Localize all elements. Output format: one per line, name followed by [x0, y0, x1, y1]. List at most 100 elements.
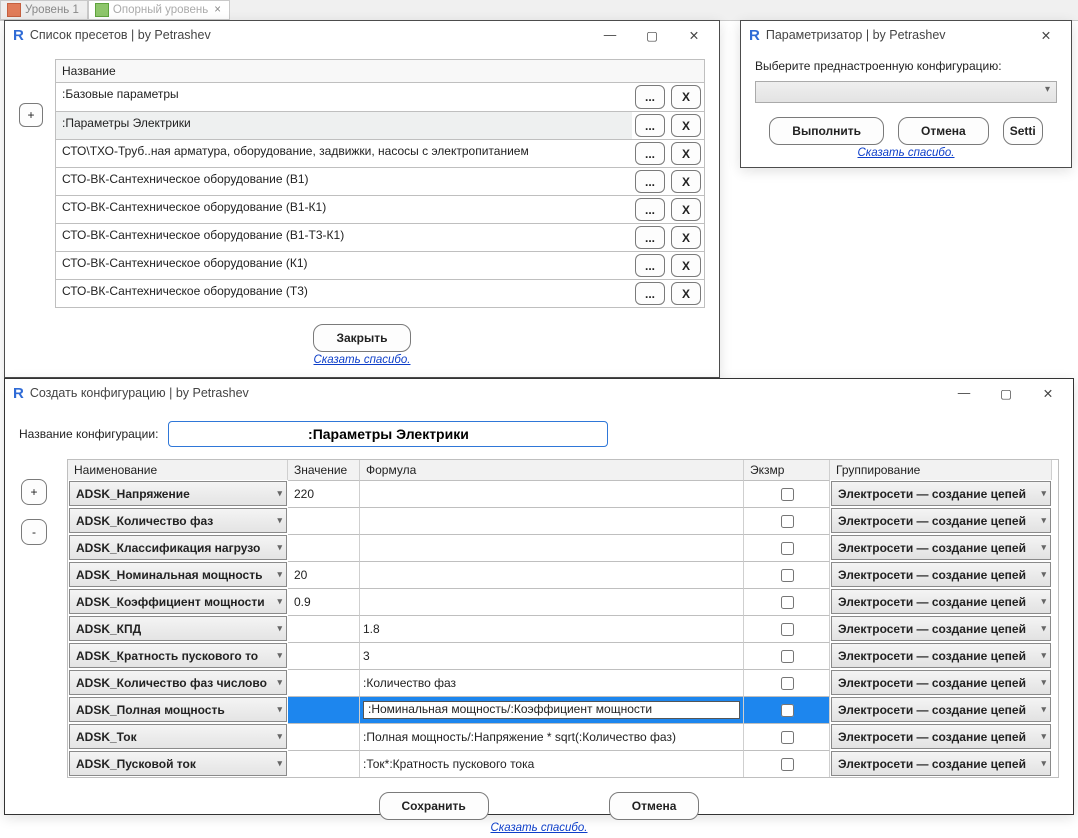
param-exemplar-checkbox[interactable] [744, 642, 830, 669]
param-exemplar-checkbox[interactable] [744, 750, 830, 777]
close-tab-icon[interactable]: × [214, 4, 221, 16]
param-formula-cell[interactable]: 3 [360, 642, 744, 669]
presets-titlebar[interactable]: R Список пресетов | by Petrashev — ▢ ✕ [5, 21, 719, 49]
delete-preset-button[interactable]: X [671, 85, 701, 109]
config-row[interactable]: ADSK_Классификация нагрузоЭлектросети — … [68, 534, 1058, 561]
edit-preset-button[interactable]: ... [635, 114, 665, 137]
param-exemplar-checkbox[interactable] [744, 480, 830, 507]
config-row[interactable]: ADSK_Количество фаз числово:Количество ф… [68, 669, 1058, 696]
delete-preset-button[interactable]: X [671, 226, 701, 249]
config-select[interactable] [755, 81, 1057, 103]
cancel-button[interactable]: Отмена [898, 117, 989, 145]
param-value-cell[interactable] [288, 507, 360, 534]
param-value-cell[interactable]: 0.9 [288, 588, 360, 615]
edit-preset-button[interactable]: ... [635, 254, 665, 277]
param-value-cell[interactable]: 20 [288, 561, 360, 588]
param-group-select[interactable]: Электросети — создание цепей [831, 670, 1051, 695]
param-group-select[interactable]: Электросети — создание цепей [831, 508, 1051, 533]
param-group-select[interactable]: Электросети — создание цепей [831, 724, 1051, 749]
edit-preset-button[interactable]: ... [635, 198, 665, 221]
param-name-select[interactable]: ADSK_КПД [69, 616, 287, 641]
close-button[interactable]: ✕ [673, 23, 715, 47]
param-exemplar-checkbox[interactable] [744, 588, 830, 615]
config-name-input[interactable] [168, 421, 608, 447]
config-row[interactable]: ADSK_Коэффициент мощности0.9Электросети … [68, 588, 1058, 615]
minimize-button[interactable]: — [589, 23, 631, 47]
edit-preset-button[interactable]: ... [635, 282, 665, 305]
col-formula[interactable]: Формула [360, 460, 744, 480]
param-exemplar-checkbox[interactable] [744, 696, 830, 723]
param-exemplar-checkbox[interactable] [744, 561, 830, 588]
param-formula-cell[interactable] [360, 588, 744, 615]
col-ex[interactable]: Экзмр [744, 460, 830, 480]
edit-preset-button[interactable]: ... [635, 170, 665, 193]
param-value-cell[interactable] [288, 750, 360, 777]
param-exemplar-checkbox[interactable] [744, 507, 830, 534]
preset-row[interactable]: :Параметры Электрики...X [56, 111, 704, 139]
cancel-button[interactable]: Отмена [609, 792, 700, 820]
edit-preset-button[interactable]: ... [635, 226, 665, 249]
param-formula-cell[interactable]: :Ток*:Кратность пускового тока [360, 750, 744, 777]
param-formula-cell[interactable]: :Количество фаз [360, 669, 744, 696]
preset-row[interactable]: СТО-ВК-Сантехническое оборудование (В1).… [56, 167, 704, 195]
param-group-select[interactable]: Электросети — создание цепей [831, 643, 1051, 668]
delete-preset-button[interactable]: X [671, 282, 701, 305]
delete-preset-button[interactable]: X [671, 170, 701, 193]
edit-preset-button[interactable]: ... [635, 85, 665, 109]
param-formula-cell[interactable] [360, 534, 744, 561]
param-name-select[interactable]: ADSK_Количество фаз [69, 508, 287, 533]
preset-row[interactable]: СТО\ТХО-Труб..ная арматура, оборудование… [56, 139, 704, 167]
thanks-link[interactable]: Сказать спасибо. [19, 822, 1059, 834]
preset-row[interactable]: СТО-ВК-Сантехническое оборудование (В1-Т… [56, 223, 704, 251]
preset-row[interactable]: :Базовые параметры...X [56, 83, 704, 111]
param-formula-cell[interactable]: :Полная мощность/:Напряжение * sqrt(:Кол… [360, 723, 744, 750]
thanks-link[interactable]: Сказать спасибо. [19, 354, 705, 366]
preset-row[interactable]: СТО-ВК-Сантехническое оборудование (К1).… [56, 251, 704, 279]
col-value[interactable]: Значение [288, 460, 360, 480]
param-group-select[interactable]: Электросети — создание цепей [831, 589, 1051, 614]
close-button[interactable]: ✕ [1027, 381, 1069, 405]
view-tab-level1[interactable]: Уровень 1 [0, 0, 88, 20]
delete-preset-button[interactable]: X [671, 142, 701, 165]
edit-preset-button[interactable]: ... [635, 142, 665, 165]
param-name-select[interactable]: ADSK_Пусковой ток [69, 751, 287, 776]
param-group-select[interactable]: Электросети — создание цепей [831, 616, 1051, 641]
close-presets-button[interactable]: Закрыть [313, 324, 410, 352]
param-name-select[interactable]: ADSK_Ток [69, 724, 287, 749]
param-exemplar-checkbox[interactable] [744, 615, 830, 642]
config-row[interactable]: ADSK_Напряжение220Электросети — создание… [68, 480, 1058, 507]
param-formula-cell[interactable] [360, 561, 744, 588]
param-name-select[interactable]: ADSK_Кратность пускового то [69, 643, 287, 668]
run-button[interactable]: Выполнить [769, 117, 884, 145]
thanks-link[interactable]: Сказать спасибо. [755, 147, 1057, 159]
param-group-select[interactable]: Электросети — создание цепей [831, 535, 1051, 560]
config-row[interactable]: ADSK_Количество фаз Электросети — создани… [68, 507, 1058, 534]
maximize-button[interactable]: ▢ [985, 381, 1027, 405]
param-value-cell[interactable]: 220 [288, 480, 360, 507]
view-tab-reference-level[interactable]: Опорный уровень × [88, 0, 230, 20]
col-group[interactable]: Группирование [830, 460, 1052, 480]
config-titlebar[interactable]: R Создать конфигурацию | by Petrashev — … [5, 379, 1073, 407]
param-formula-cell[interactable]: :Номинальная мощность/:Коэффициент мощно… [360, 696, 744, 723]
param-formula-cell[interactable]: 1.8 [360, 615, 744, 642]
save-button[interactable]: Сохранить [379, 792, 489, 820]
param-value-cell[interactable] [288, 534, 360, 561]
param-value-cell[interactable] [288, 615, 360, 642]
param-value-cell[interactable] [288, 696, 360, 723]
param-exemplar-checkbox[interactable] [744, 669, 830, 696]
param-name-select[interactable]: ADSK_Полная мощность [69, 697, 287, 722]
config-row[interactable]: ADSK_КПД 1.8 Электросети — создание цепей [68, 615, 1058, 642]
param-formula-cell[interactable] [360, 507, 744, 534]
delete-preset-button[interactable]: X [671, 198, 701, 221]
param-exemplar-checkbox[interactable] [744, 534, 830, 561]
param-name-select[interactable]: ADSK_Напряжение [69, 481, 287, 506]
param-name-select[interactable]: ADSK_Номинальная мощность [69, 562, 287, 587]
preset-row[interactable]: СТО-ВК-Сантехническое оборудование (Т3).… [56, 279, 704, 307]
param-group-select[interactable]: Электросети — создание цепей [831, 697, 1051, 722]
param-value-cell[interactable] [288, 723, 360, 750]
config-row[interactable]: ADSK_Кратность пускового то 3 Электросети … [68, 642, 1058, 669]
col-name[interactable]: Наименование [68, 460, 288, 480]
delete-preset-button[interactable]: X [671, 114, 701, 137]
param-formula-cell[interactable] [360, 480, 744, 507]
config-row[interactable]: ADSK_Ток :Полная мощность/:Напряжение * s… [68, 723, 1058, 750]
